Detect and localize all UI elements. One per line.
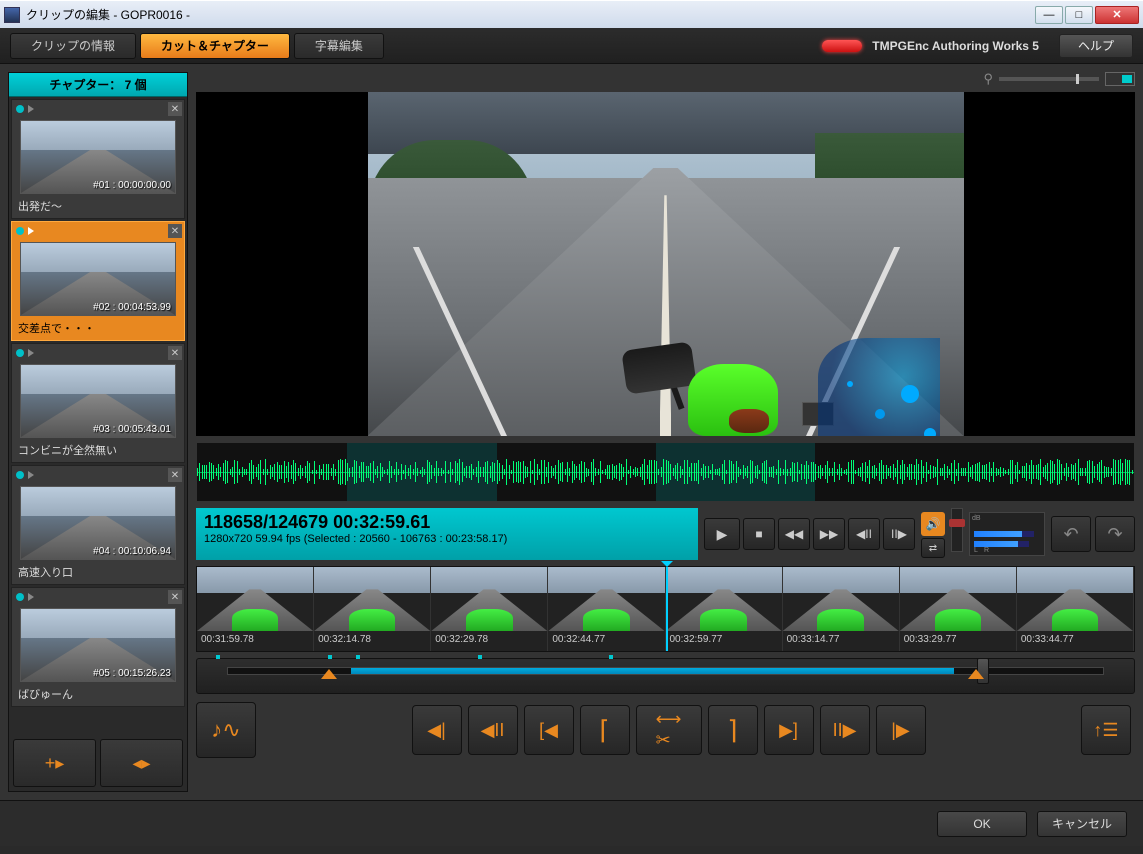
chapter-close-icon[interactable]: ✕ (168, 102, 182, 116)
in-marker[interactable] (321, 669, 337, 679)
filmstrip-frame[interactable]: 00:32:59.77 (666, 567, 783, 651)
chapter-item-1[interactable]: ✕ #01 : 00:00:00.00 出発だ～ (11, 99, 185, 219)
zoom-slider[interactable] (999, 77, 1099, 81)
tab-subtitle[interactable]: 字幕編集 (294, 33, 384, 59)
out-marker[interactable] (968, 669, 984, 679)
audio-icon[interactable]: 🔊 (921, 512, 945, 536)
brand-indicator (822, 40, 862, 52)
stop-button[interactable]: ■ (743, 518, 775, 550)
audio-swap-button[interactable]: ⇄ (921, 538, 945, 558)
chapter-list[interactable]: ✕ #01 : 00:00:00.00 出発だ～ ✕ #02 : 00:04:5… (9, 97, 187, 735)
chapter-close-icon[interactable]: ✕ (168, 468, 182, 482)
redo-button[interactable]: ↷ (1095, 516, 1135, 552)
chapter-sidebar: チャプター： 7 個 ✕ #01 : 00:00:00.00 出発だ～ ✕ #0… (8, 72, 188, 792)
add-chapter-button[interactable]: +▸ (13, 739, 96, 787)
time-panel: 118658/124679 00:32:59.61 1280x720 59.94… (196, 508, 698, 560)
goto-out-button[interactable]: |▶ (876, 705, 926, 755)
zoom-controls: ⚲ (196, 72, 1135, 86)
filmstrip-cursor[interactable] (666, 567, 668, 651)
set-out-button[interactable]: ▶] (764, 705, 814, 755)
cut-selection-button[interactable]: ⟷✂ (636, 705, 702, 755)
chapter-item-5[interactable]: ✕ #05 : 00:15:26.23 ばびゅーん (11, 587, 185, 707)
minimize-button[interactable]: — (1035, 6, 1063, 24)
help-button[interactable]: ヘルプ (1059, 34, 1133, 58)
chapter-item-4[interactable]: ✕ #04 : 00:10:06.94 高速入り口 (11, 465, 185, 585)
tab-cut-chapter[interactable]: カット＆チャプター (140, 33, 290, 59)
close-button[interactable]: ✕ (1095, 6, 1139, 24)
chapter-list-button[interactable]: ↑☰ (1081, 705, 1131, 755)
mark-out-button[interactable]: ⌉ (708, 705, 758, 755)
level-meter: dB L R (969, 512, 1045, 556)
rewind-button[interactable]: ◀◀ (778, 518, 810, 550)
window-buttons: — □ ✕ (1035, 6, 1139, 24)
zoom-toggle[interactable] (1105, 72, 1135, 86)
expand-chapter-button[interactable]: ◂▸ (100, 739, 183, 787)
top-tabbar: クリップの情報 カット＆チャプター 字幕編集 TMPGEnc Authoring… (0, 28, 1143, 64)
filmstrip-frame[interactable]: 00:32:44.77 (548, 567, 665, 651)
timeline-scrubber[interactable] (196, 658, 1135, 694)
titlebar: クリップの編集 - GOPR0016 - — □ ✕ (0, 0, 1143, 28)
filmstrip[interactable]: 00:31:59.7800:32:14.7800:32:29.7800:32:4… (196, 566, 1135, 652)
tab-clip-info[interactable]: クリップの情報 (10, 33, 136, 59)
chapter-item-3[interactable]: ✕ #03 : 00:05:43.01 コンビニが全然無い (11, 343, 185, 463)
brand-text: TMPGEnc Authoring Works 5 (872, 39, 1039, 53)
prev-frame-button[interactable]: ◀II (468, 705, 518, 755)
step-back-button[interactable]: ◀II (848, 518, 880, 550)
goto-in-button[interactable]: ◀| (412, 705, 462, 755)
filmstrip-frame[interactable]: 00:33:44.77 (1017, 567, 1134, 651)
set-in-button[interactable]: [◀ (524, 705, 574, 755)
zoom-icon: ⚲ (983, 71, 993, 87)
video-preview[interactable] (196, 92, 1135, 436)
chapter-close-icon[interactable]: ✕ (168, 346, 182, 360)
selection-range (351, 668, 955, 674)
next-frame-button[interactable]: II▶ (820, 705, 870, 755)
chapter-item-2[interactable]: ✕ #02 : 00:04:53.99 交差点で・・・ (11, 221, 185, 341)
chapter-close-icon[interactable]: ✕ (168, 590, 182, 604)
app-icon (4, 7, 20, 23)
mark-in-button[interactable]: ⌈ (580, 705, 630, 755)
edit-toolbar: ♪∿ ◀| ◀II [◀ ⌈ ⟷✂ ⌉ ▶] II▶ |▶ ↑☰ (196, 700, 1135, 760)
chapter-close-icon[interactable]: ✕ (168, 224, 182, 238)
play-button[interactable]: ▶ (704, 518, 740, 550)
footer: OK キャンセル (0, 800, 1143, 846)
audio-analysis-button[interactable]: ♪∿ (196, 702, 256, 758)
filmstrip-frame[interactable]: 00:32:14.78 (314, 567, 431, 651)
time-sub: 1280x720 59.94 fps (Selected : 20560 - 1… (204, 533, 690, 545)
maximize-button[interactable]: □ (1065, 6, 1093, 24)
audio-waveform[interactable] (196, 442, 1135, 502)
undo-button[interactable]: ↶ (1051, 516, 1091, 552)
filmstrip-frame[interactable]: 00:32:29.78 (431, 567, 548, 651)
filmstrip-frame[interactable]: 00:31:59.78 (197, 567, 314, 651)
chapter-header: チャプター： 7 個 (9, 73, 187, 97)
cancel-button[interactable]: キャンセル (1037, 811, 1127, 837)
filmstrip-frame[interactable]: 00:33:14.77 (783, 567, 900, 651)
transport-controls: ▶ ■ ◀◀ ▶▶ ◀II II▶ (704, 508, 915, 560)
time-main: 118658/124679 00:32:59.61 (204, 512, 690, 533)
filmstrip-frame[interactable]: 00:33:29.77 (900, 567, 1017, 651)
step-fwd-button[interactable]: II▶ (883, 518, 915, 550)
window-title: クリップの編集 - GOPR0016 - (26, 6, 1035, 23)
ok-button[interactable]: OK (937, 811, 1027, 837)
volume-slider[interactable] (951, 508, 963, 552)
forward-button[interactable]: ▶▶ (813, 518, 845, 550)
